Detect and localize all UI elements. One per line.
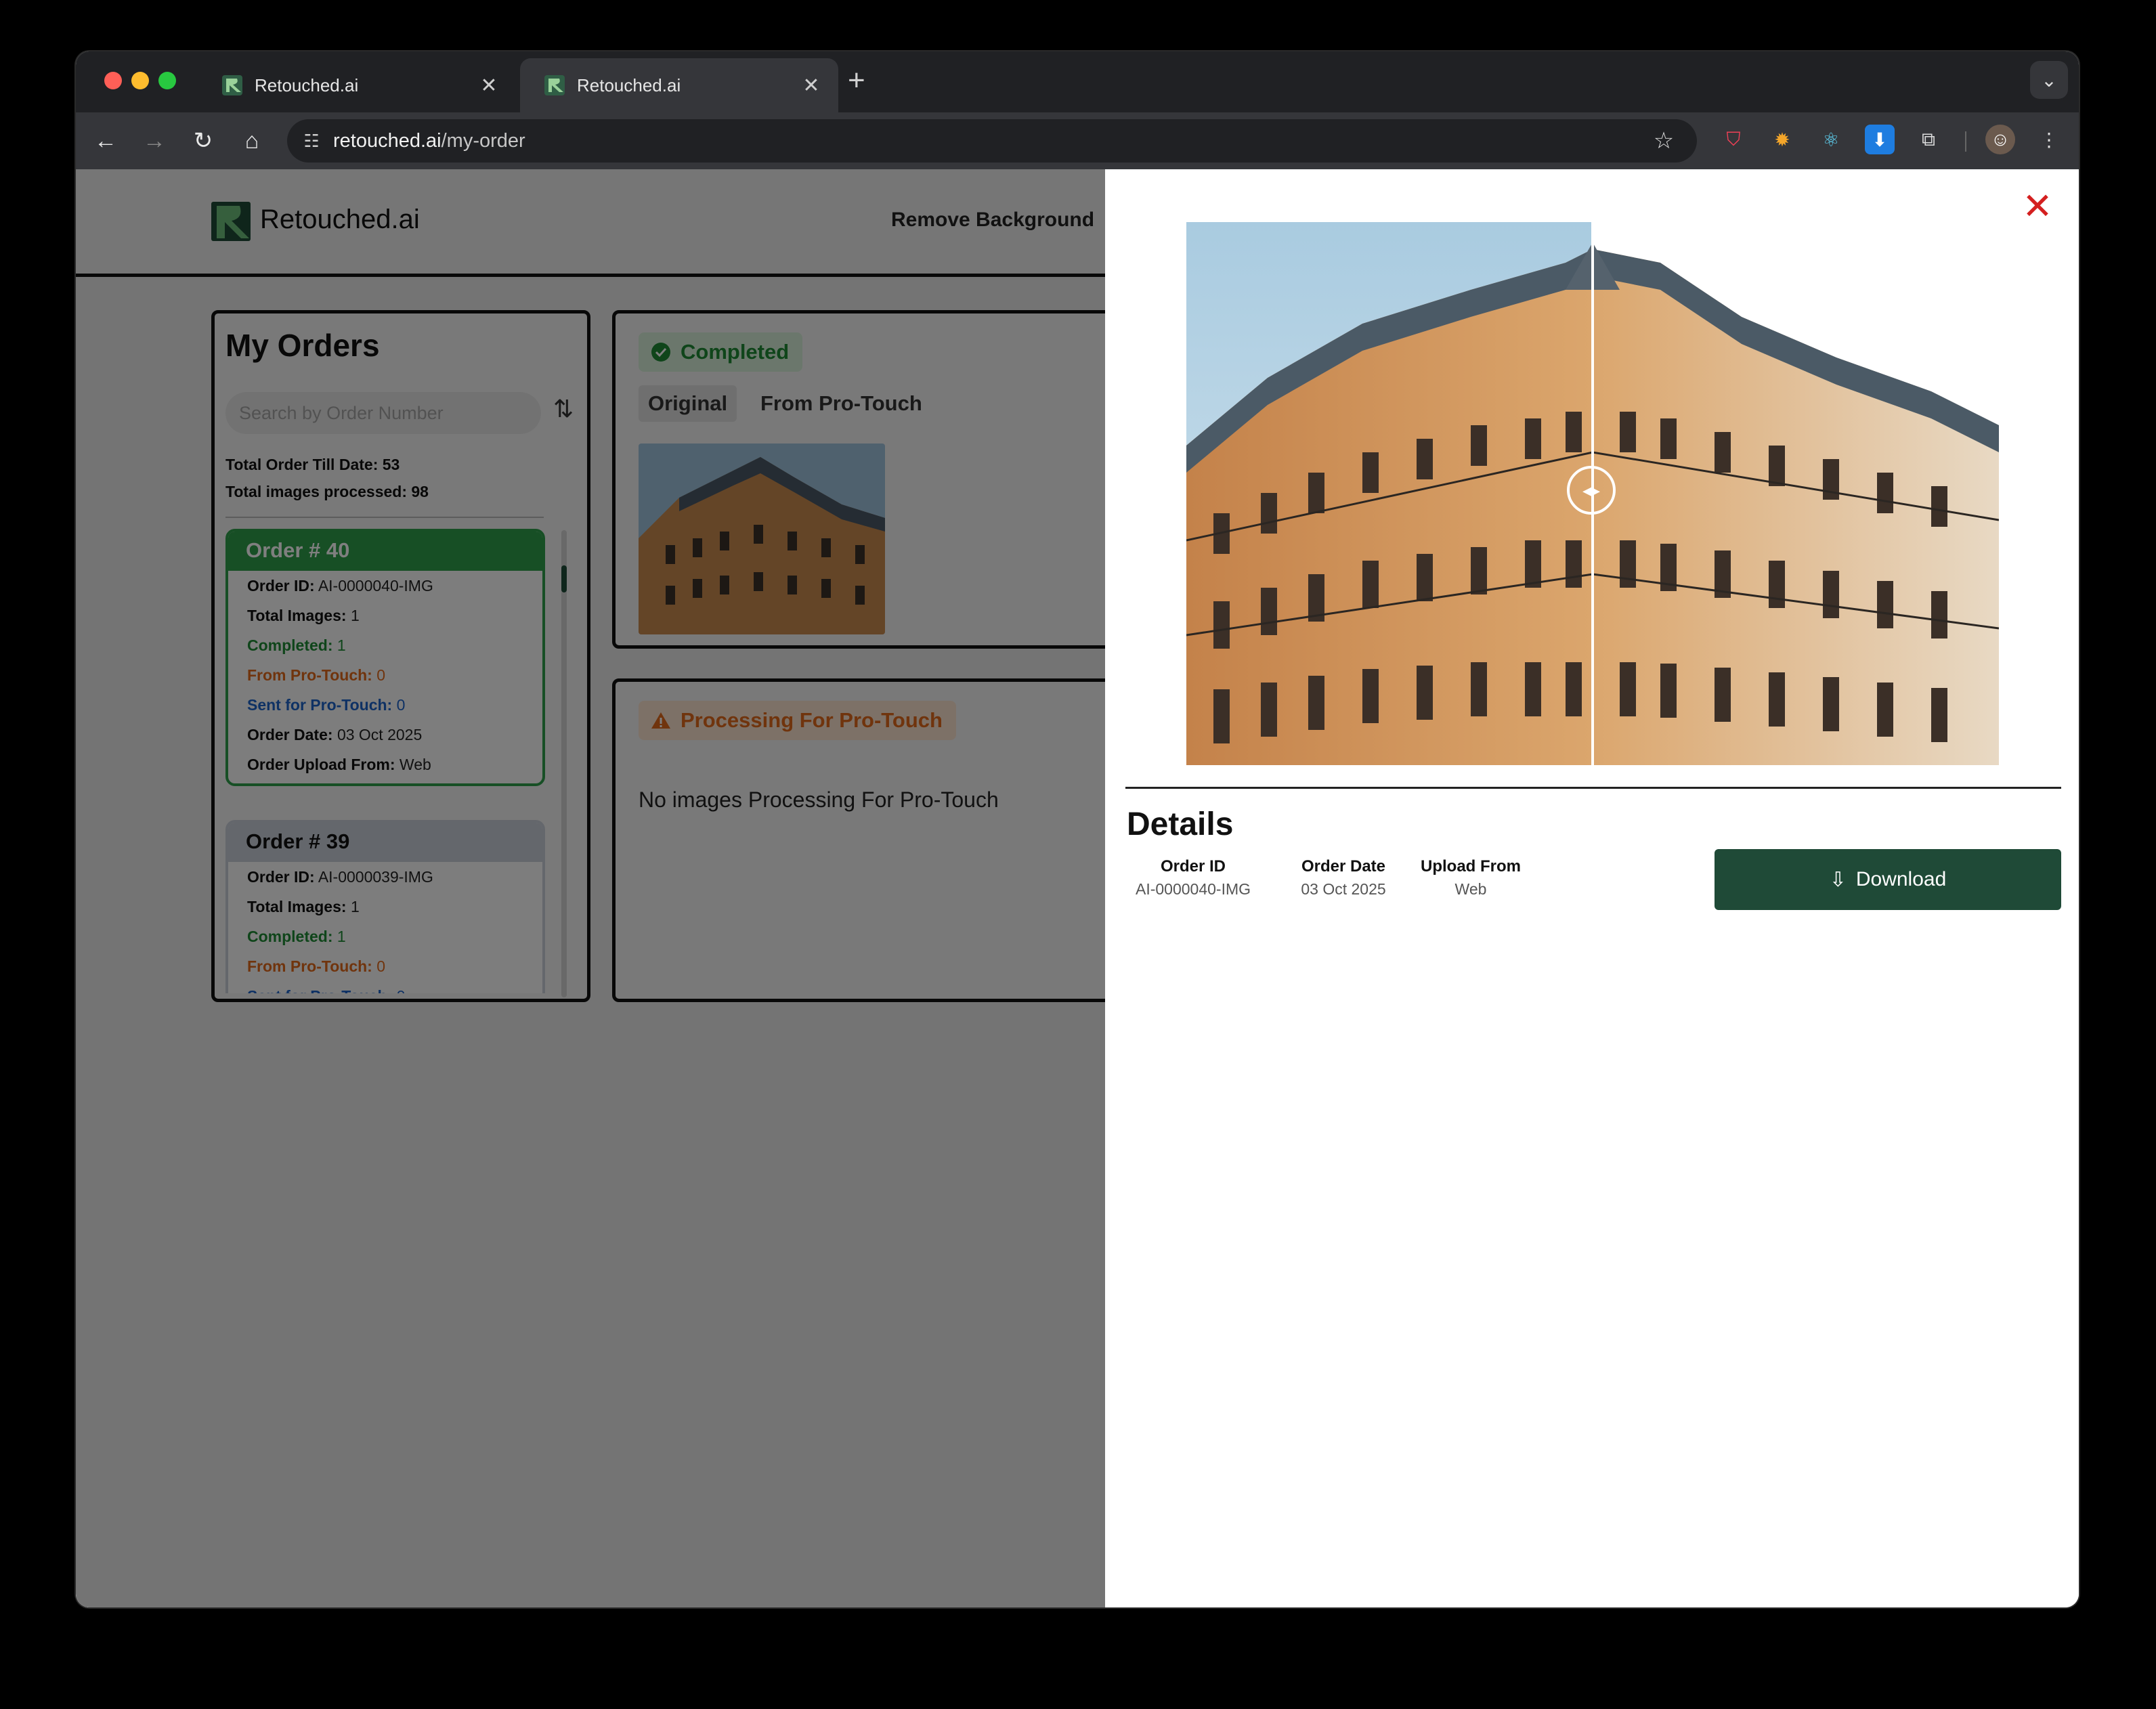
page-content: Retouched.ai Remove Background My Orders… [76,169,2079,1607]
detail-value: AI-0000040-IMG [1135,880,1251,898]
cloud-download-icon: ⇩ [1829,868,1847,891]
extensions-icon[interactable]: ⧉ [1914,125,1943,154]
orders-page: Retouched.ai Remove Background My Orders… [76,169,1105,1607]
modal-backdrop[interactable] [76,169,1105,1607]
download-button-label: Download [1855,868,1947,890]
detail-label: Order Date [1301,857,1386,875]
back-icon[interactable]: ← [88,123,123,158]
url-text[interactable]: retouched.ai/my-order [333,130,1647,152]
browser-tab-1[interactable]: Retouched.ai ✕ [198,58,516,112]
reload-icon[interactable]: ↻ [186,123,221,158]
browser-toolbar: ← → ↻ ⌂ ☷ retouched.ai/my-order ☆ ⛉ ✹ ⚛ … [76,112,2079,169]
detail-value: 03 Oct 2025 [1301,880,1386,898]
kebab-menu-icon[interactable]: ⋮ [2034,125,2064,154]
pocket-icon[interactable]: ⛉ [1719,125,1748,154]
download-icon[interactable]: ⬇ [1865,125,1895,154]
before-after-compare-slider[interactable]: ◂▸ [1186,222,1999,765]
react-icon[interactable]: ⚛ [1816,125,1846,154]
tab-search-chevron-icon[interactable]: ⌄ [2030,61,2068,99]
download-button[interactable]: ⇩ Download [1715,849,2061,910]
close-tab-icon[interactable]: ✕ [475,74,502,98]
browser-window: Retouched.ai ✕ Retouched.ai ✕ + ⌄ ← → ↻ … [76,51,2079,1607]
address-bar[interactable]: ☷ retouched.ai/my-order ☆ [287,119,1697,163]
close-window-button[interactable] [104,72,122,89]
url-path: /my-order [441,129,525,152]
close-icon[interactable]: ✕ [2021,188,2054,225]
url-domain: retouched.ai [333,129,441,152]
detail-label: Order ID [1160,857,1226,875]
tab-title: Retouched.ai [255,74,359,95]
site-settings-icon[interactable]: ☷ [294,131,329,152]
forward-icon[interactable]: → [137,123,172,158]
home-icon[interactable]: ⌂ [234,123,270,158]
retouched-favicon-icon [544,75,565,95]
detail-value: Web [1454,880,1487,898]
details-divider [1125,787,2061,789]
tab-title: Retouched.ai [577,74,681,95]
close-tab-icon[interactable]: ✕ [798,74,825,98]
details-title: Details [1127,806,1234,842]
detail-label: Upload From [1421,857,1521,875]
bug-icon[interactable]: ✹ [1767,125,1797,154]
image-preview-drawer: ✕ ◂▸ Details Order ID AI-0000040-IMG Ord… [1105,169,2079,1607]
retouched-favicon-icon [222,75,242,95]
detail-upload-from: Upload From Web [1417,857,1525,899]
tab-strip: Retouched.ai ✕ Retouched.ai ✕ + ⌄ [76,51,2079,112]
browser-tab-2[interactable]: Retouched.ai ✕ [520,58,838,112]
toolbar-separator [1965,131,1966,152]
zoom-window-button[interactable] [158,72,176,89]
detail-order-id: Order ID AI-0000040-IMG [1125,857,1261,899]
new-tab-button[interactable]: + [848,64,865,98]
minimize-window-button[interactable] [131,72,149,89]
bookmark-star-icon[interactable]: ☆ [1647,127,1681,154]
detail-order-date: Order Date 03 Oct 2025 [1282,857,1404,899]
compare-handle-icon[interactable]: ◂▸ [1567,466,1616,515]
profile-icon[interactable]: ☺ [1985,125,2015,154]
